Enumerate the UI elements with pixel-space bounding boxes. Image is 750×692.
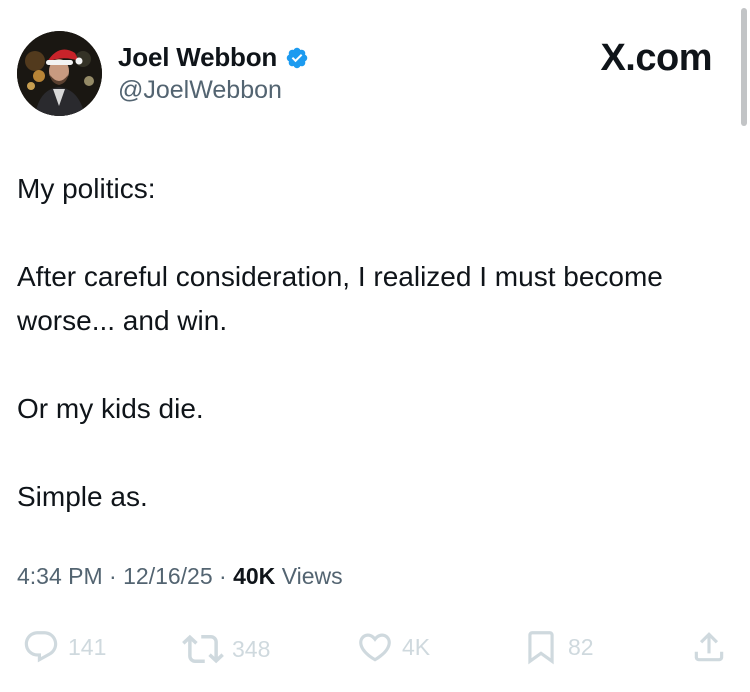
share-button[interactable] [690,628,728,666]
reply-count: 141 [68,633,107,660]
repost-count: 348 [232,635,271,662]
views-count: 40K [233,563,276,589]
bookmark-button[interactable]: 82 [522,628,594,666]
tweet-time[interactable]: 4:34 PM [17,563,103,589]
author-name-row: Joel Webbon [118,42,309,73]
x-com-brand-label: X.com [600,37,712,79]
like-count: 4K [402,633,431,660]
avatar-photo [17,31,102,116]
tweet-paragraph: Simple as. [17,481,148,512]
tweet-paragraph: Or my kids die. [17,393,204,424]
like-button[interactable]: 4K [356,628,430,666]
meta-separator: · [219,563,227,589]
action-bar: 141 348 4K 82 [0,628,750,668]
scrollbar[interactable] [741,8,747,126]
bookmark-count: 82 [568,633,594,660]
heart-icon [359,633,391,662]
bookmark-icon [528,631,554,665]
verified-badge-icon [285,46,309,70]
author-avatar[interactable] [17,31,102,116]
share-icon [694,632,724,662]
author-handle[interactable]: @JoelWebbon [118,76,282,105]
meta-separator: · [109,563,117,589]
tweet-paragraph: My politics: [17,173,156,204]
tweet-text: My politics: After careful consideration… [17,167,717,519]
repost-icon [182,634,224,664]
reply-button[interactable]: 141 [22,628,106,666]
tweet-meta: 4:34 PM · 12/16/25 · 40K Views [17,563,343,590]
reply-icon [24,631,58,663]
views-label: Views [281,563,343,589]
tweet-date[interactable]: 12/16/25 [123,563,213,589]
author-display-name[interactable]: Joel Webbon [118,42,277,73]
repost-button[interactable]: 348 [182,628,270,670]
tweet-paragraph: After careful consideration, I realized … [17,261,663,336]
